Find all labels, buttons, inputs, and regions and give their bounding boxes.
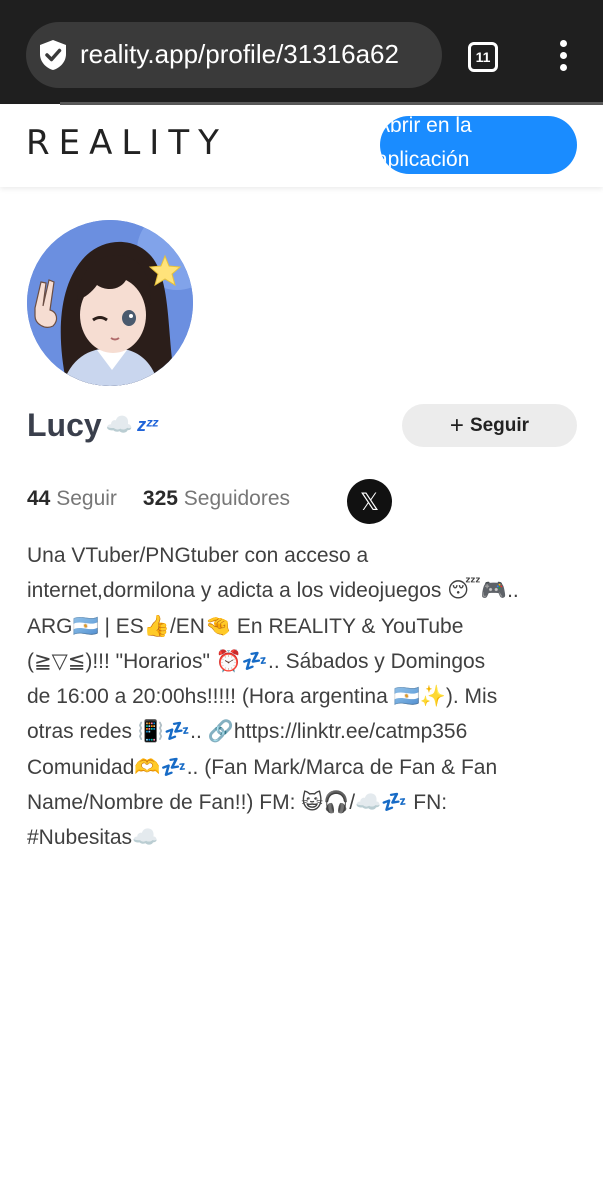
security-shield-icon[interactable] [36, 38, 70, 72]
avatar-illustration [27, 220, 193, 386]
followers-count: 325 [142, 487, 178, 510]
browser-toolbar: reality.app/profile/31316a62 11 [0, 0, 603, 105]
sleep-emoji-icon: zᶻᶻ [137, 414, 158, 435]
cloud-emoji-icon: ☁️ [105, 412, 134, 437]
follow-button-label: Seguir [469, 414, 530, 436]
following-count: 44 [27, 487, 51, 510]
profile-bio: Una VTuber/PNGtuber con acceso a interne… [27, 544, 519, 850]
followers-label: Seguidores [183, 487, 291, 510]
tab-switcher-button[interactable]: 11 [468, 42, 498, 72]
open-in-app-button[interactable]: Abrir en la aplicación [380, 116, 577, 174]
profile-name: Lucy [27, 406, 102, 443]
follow-button[interactable]: + Seguir [402, 404, 577, 447]
reality-logo[interactable]: REALITY [26, 123, 228, 163]
avatar [27, 220, 193, 386]
profile-name-row: Lucy ☁️ zᶻᶻ [27, 404, 158, 446]
overflow-menu-icon[interactable] [556, 40, 570, 72]
profile-stats: 44 Seguir 325 Seguidores [27, 487, 290, 511]
following-stat[interactable]: 44 Seguir [27, 487, 117, 510]
followers-stat[interactable]: 325 Seguidores [143, 487, 290, 510]
url-text[interactable]: reality.app/profile/31316a62 [80, 39, 430, 70]
x-social-link-icon[interactable]: 𝕏 [347, 479, 392, 524]
open-in-app-label: Abrir en la aplicación [380, 116, 472, 171]
following-label: Seguir [56, 487, 117, 510]
address-bar[interactable]: reality.app/profile/31316a62 [26, 22, 442, 88]
plus-icon: + [449, 411, 464, 439]
app-header: REALITY Abrir en la aplicación [0, 105, 603, 187]
